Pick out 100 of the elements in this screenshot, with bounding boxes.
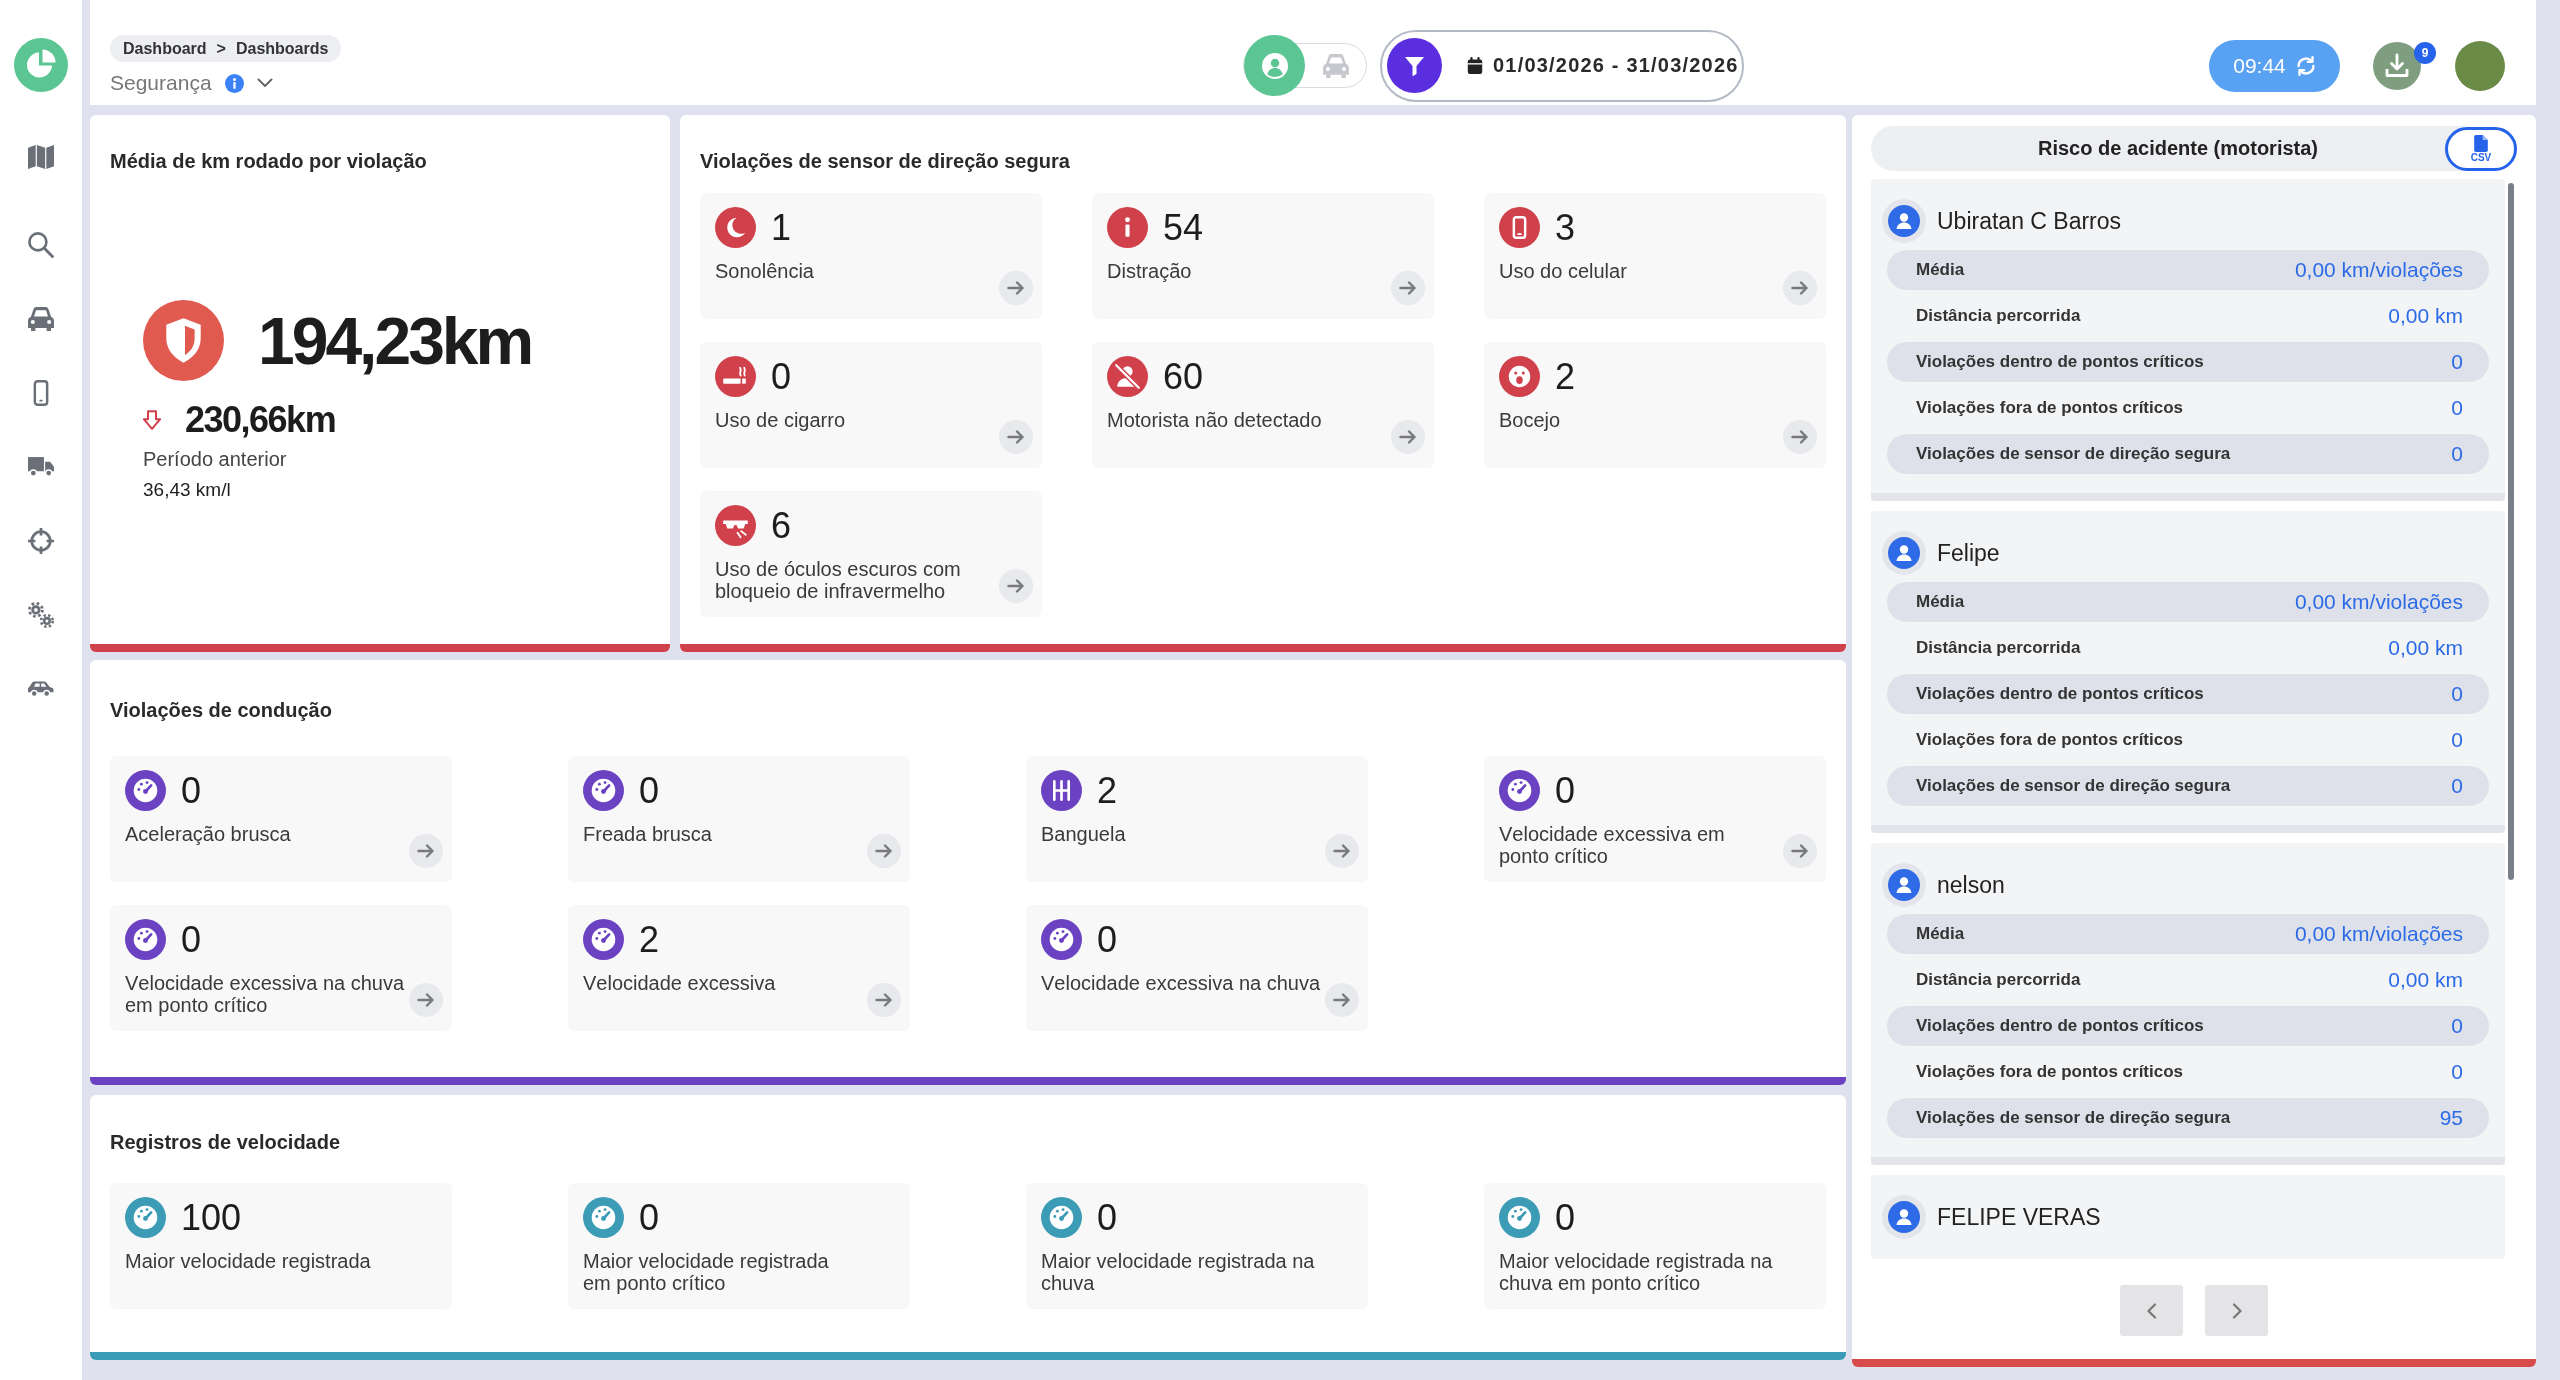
gauge-icon: [1499, 1197, 1540, 1238]
stat-value: 0,00 km: [2388, 304, 2463, 328]
gauge-icon: [125, 1197, 166, 1238]
arrow-right-icon: [1399, 281, 1417, 295]
user-icon: [1882, 199, 1926, 243]
date-range: 01/03/2026 - 31/03/2026: [1493, 54, 1739, 77]
details-button[interactable]: [999, 569, 1033, 603]
arrow-right-icon: [1333, 844, 1351, 858]
chevron-left-icon: [2146, 1302, 2157, 1319]
speed-label: Maior velocidade registrada: [125, 1250, 372, 1272]
arrow-right-icon: [1007, 579, 1025, 593]
stat-value: 0,00 km/violações: [2294, 922, 2463, 946]
arrow-right-icon: [1007, 430, 1025, 444]
details-button[interactable]: [1325, 834, 1359, 868]
arrow-right-icon: [875, 844, 893, 858]
violation-count: 0: [1097, 919, 1118, 960]
stat-label: Média: [1916, 592, 1965, 612]
details-button[interactable]: [1391, 271, 1425, 305]
info-icon[interactable]: [224, 73, 244, 93]
card-title: Registros de velocidade: [110, 1130, 342, 1155]
stat-value: 0: [2451, 774, 2463, 798]
violation-label: Velocidade excessiva na chuva em ponto crítico: [125, 972, 405, 1016]
stat-label: Violações dentro de pontos críticos: [1916, 684, 2204, 704]
violation-count: 0: [181, 770, 202, 811]
stat-label: Média: [1916, 924, 1965, 944]
calendar-icon: [1467, 57, 1483, 74]
pie-chart-icon[interactable]: [14, 38, 68, 92]
car-icon[interactable]: [28, 306, 54, 332]
user-icon: [1882, 863, 1926, 907]
stat-label: Distância percorrida: [1916, 638, 2081, 658]
speed-value: 0: [639, 1197, 660, 1238]
stat-label: Violações dentro de pontos críticos: [1916, 352, 2204, 372]
stat-value: 0: [2451, 1014, 2463, 1038]
arrow-right-icon: [875, 993, 893, 1007]
gauge-icon: [1041, 1197, 1082, 1238]
details-button[interactable]: [1391, 420, 1425, 454]
arrow-right-icon: [1791, 281, 1809, 295]
details-button[interactable]: [867, 983, 901, 1017]
stat-value: 0,00 km/violações: [2294, 590, 2463, 614]
details-button[interactable]: [1325, 983, 1359, 1017]
moon-icon: [715, 207, 756, 248]
violation-count: 0: [1555, 770, 1576, 811]
car-icon: [1322, 53, 1349, 78]
details-button[interactable]: [999, 271, 1033, 305]
violation-count: 0: [639, 770, 660, 811]
chevron-down-icon[interactable]: [256, 78, 273, 88]
details-button[interactable]: [409, 834, 443, 868]
stat-label: Violações de sensor de direção segura: [1916, 444, 2231, 464]
details-button[interactable]: [1783, 420, 1817, 454]
details-button[interactable]: [409, 983, 443, 1017]
driver-name: Ubiratan C Barros: [1937, 207, 2122, 235]
violation-label: Freada brusca: [583, 823, 713, 845]
csv-export-button[interactable]: CSV: [2445, 126, 2517, 171]
details-button[interactable]: [1783, 271, 1817, 305]
speed-label: Maior velocidade registrada na chuva em ponto crítico: [1499, 1250, 1774, 1294]
file-icon: [2474, 134, 2488, 152]
map-icon[interactable]: [28, 144, 54, 170]
previous-period-label: Período anterior: [143, 448, 287, 471]
arrow-right-icon: [1399, 430, 1417, 444]
arrow-right-icon: [1333, 993, 1351, 1007]
details-button[interactable]: [867, 834, 901, 868]
violation-label: Velocidade excessiva na chuva: [1041, 972, 1321, 994]
gauge-icon: [1041, 919, 1082, 960]
gauge-icon: [125, 770, 166, 811]
scrollbar-thumb[interactable]: [2508, 183, 2514, 880]
violation-label: Velocidade excessiva: [583, 972, 777, 994]
violation-count: 0: [181, 919, 202, 960]
crosshair-icon[interactable]: [28, 528, 54, 554]
arrow-right-icon: [417, 993, 435, 1007]
arrow-right-icon: [1791, 430, 1809, 444]
filter-icon[interactable]: [1387, 38, 1442, 93]
stat-value: 0: [2451, 682, 2463, 706]
person-crossed-icon: [1107, 356, 1148, 397]
stat-value: 0,00 km: [2388, 636, 2463, 660]
user-icon: [1882, 1195, 1926, 1239]
details-button[interactable]: [1783, 834, 1817, 868]
user-icon: [1882, 531, 1926, 575]
refresh-icon: [2295, 55, 2316, 76]
details-button[interactable]: [999, 420, 1033, 454]
search-icon[interactable]: [28, 232, 54, 258]
gears-icon[interactable]: [28, 602, 54, 628]
driver-name: nelson: [1937, 871, 2005, 899]
stat-label: Violações fora de pontos críticos: [1916, 730, 2184, 750]
breadcrumb-link[interactable]: Dashboard: [123, 39, 207, 58]
card-title: Violações de sensor de direção segura: [700, 149, 1071, 174]
avatar[interactable]: [2455, 40, 2505, 91]
stat-value: 95: [2439, 1106, 2463, 1130]
violation-label: Velocidade excessiva em ponto crítico: [1499, 823, 1726, 867]
driver-name: Felipe: [1937, 539, 2000, 567]
arrow-right-icon: [1791, 844, 1809, 858]
date-filter[interactable]: 01/03/2026 - 31/03/2026: [1380, 29, 1744, 102]
stat-value: 0: [2451, 728, 2463, 752]
info-icon: [1107, 207, 1148, 248]
stat-label: Distância percorrida: [1916, 306, 2081, 326]
person-toggle[interactable]: [1244, 35, 1305, 96]
speed-value: 0: [1097, 1197, 1118, 1238]
gauge-icon: [583, 1197, 624, 1238]
gear-shift-icon: [1041, 770, 1082, 811]
download-icon[interactable]: [2373, 41, 2421, 90]
km-value: 194,23km: [258, 302, 532, 380]
